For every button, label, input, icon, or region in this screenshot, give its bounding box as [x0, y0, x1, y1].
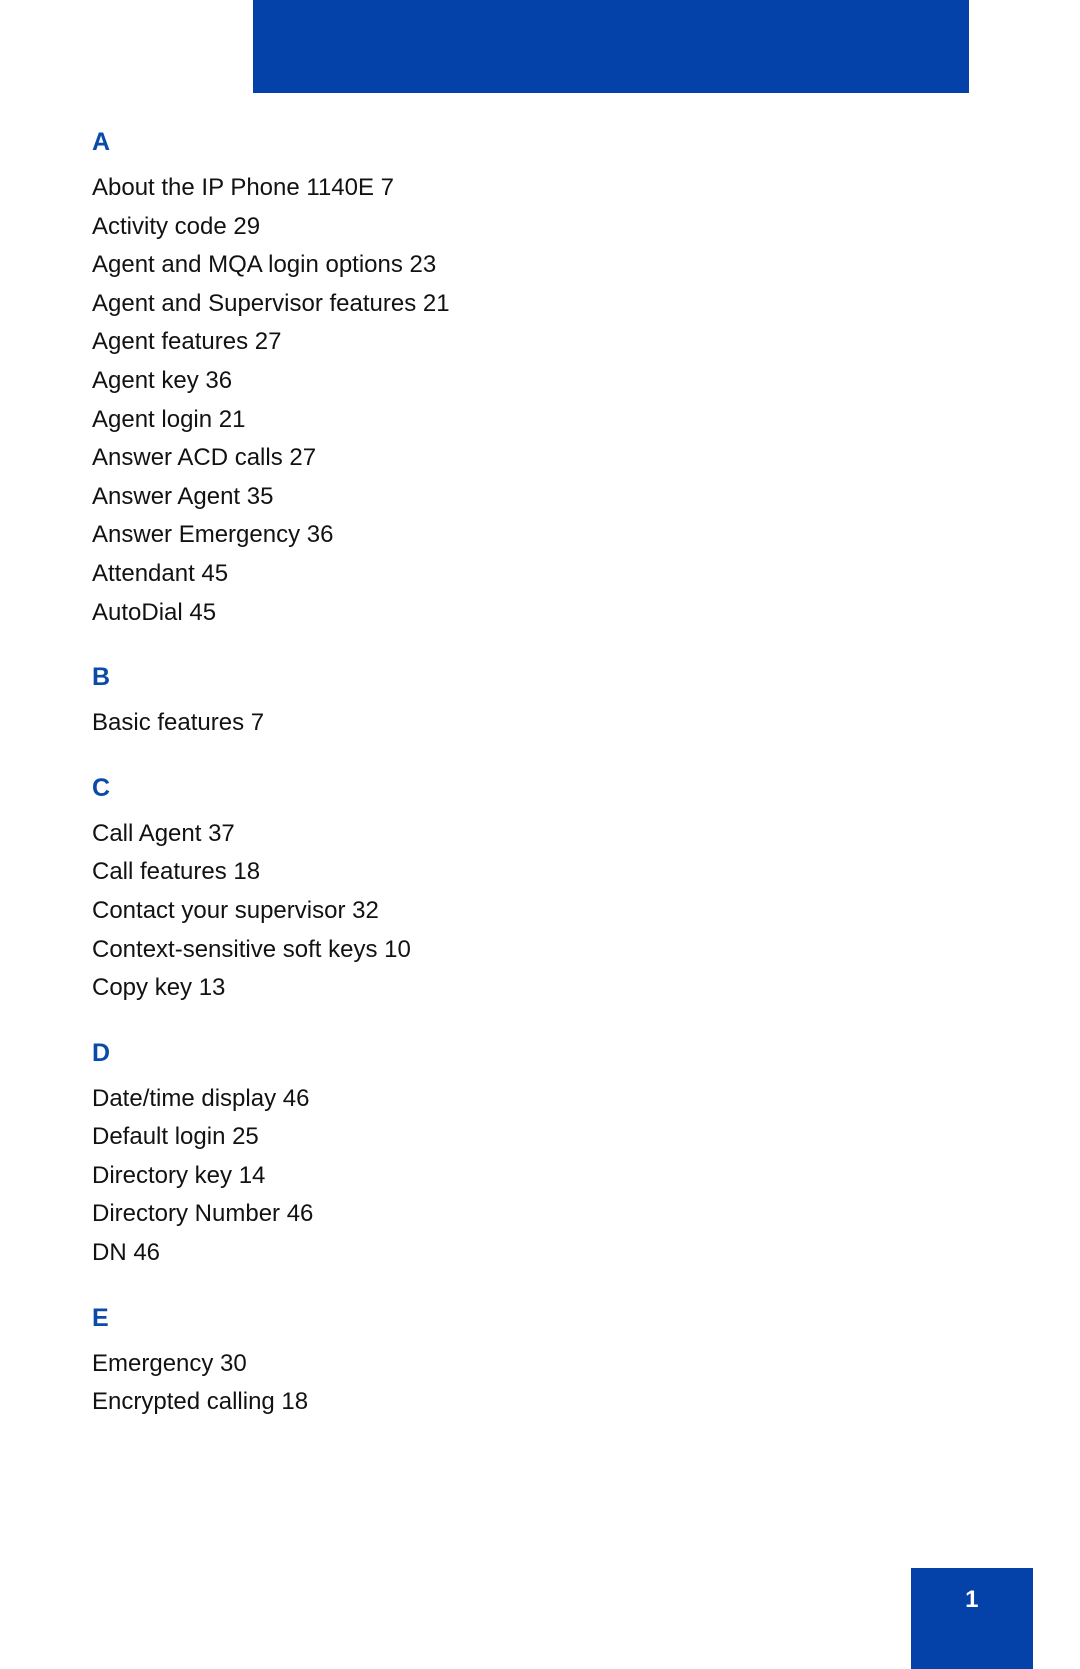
- index-content: A About the IP Phone 1140E 7 Activity code…: [92, 127, 912, 1452]
- index-entry: Answer Emergency 36: [92, 521, 334, 549]
- section-letter-heading: A: [92, 128, 111, 156]
- index-section-e: E Emergency 30 Encrypted calling 18: [92, 1303, 912, 1422]
- index-entry: Directory Number 46: [92, 1200, 314, 1228]
- section-letter-heading: C: [92, 773, 111, 802]
- index-entry: Copy key 13: [92, 974, 226, 1002]
- page-number-label: 1: [965, 1586, 979, 1613]
- index-entry: Directory key 14: [92, 1161, 266, 1189]
- index-entry: Basic features 7: [92, 709, 265, 737]
- index-section-b: B Basic features 7: [92, 662, 912, 743]
- index-entry: AutoDial 45: [92, 598, 217, 626]
- index-entry: Encrypted calling 18: [92, 1388, 309, 1416]
- index-entry: Call Agent 37: [92, 819, 235, 847]
- index-entry: Agent features 27: [92, 328, 282, 356]
- section-letter-heading: B: [92, 663, 111, 692]
- index-entry: About the IP Phone 1140E 7: [92, 174, 395, 201]
- header-banner: [253, 0, 969, 93]
- section-letter-heading: E: [92, 1303, 109, 1332]
- index-entry: Emergency 30: [92, 1349, 247, 1377]
- index-section-c: C Call Agent 37 Call features 18 Contact yo…: [92, 773, 912, 1008]
- index-entry: Answer Agent 35: [92, 482, 274, 510]
- index-entry: Activity code 29: [92, 212, 261, 240]
- index-entry: DN 46: [92, 1239, 161, 1267]
- index-entry: Agent login 21: [92, 405, 246, 433]
- index-entry: Answer ACD calls 27: [92, 444, 317, 472]
- index-entry: Date/time display 46: [92, 1084, 310, 1112]
- index-entry: Agent and Supervisor features 21: [92, 289, 450, 317]
- index-entry: Agent and MQA login options 23: [92, 251, 437, 279]
- index-section-d: D Date/time display 46 Default login 25 Dir…: [92, 1038, 912, 1273]
- index-entry: Contact your supervisor 32: [92, 896, 379, 924]
- index-entry: Default login 25: [92, 1123, 259, 1151]
- index-section-a: A About the IP Phone 1140E 7 Activity code…: [92, 127, 912, 632]
- index-entry: Attendant 45: [92, 559, 229, 587]
- page-number-box: 1: [911, 1568, 1033, 1669]
- section-letter-heading: D: [92, 1038, 111, 1067]
- index-entry: Agent key 36: [92, 366, 233, 394]
- index-entry: Call features 18: [92, 858, 261, 886]
- index-entry: Context-sensitive soft keys 10: [92, 935, 411, 963]
